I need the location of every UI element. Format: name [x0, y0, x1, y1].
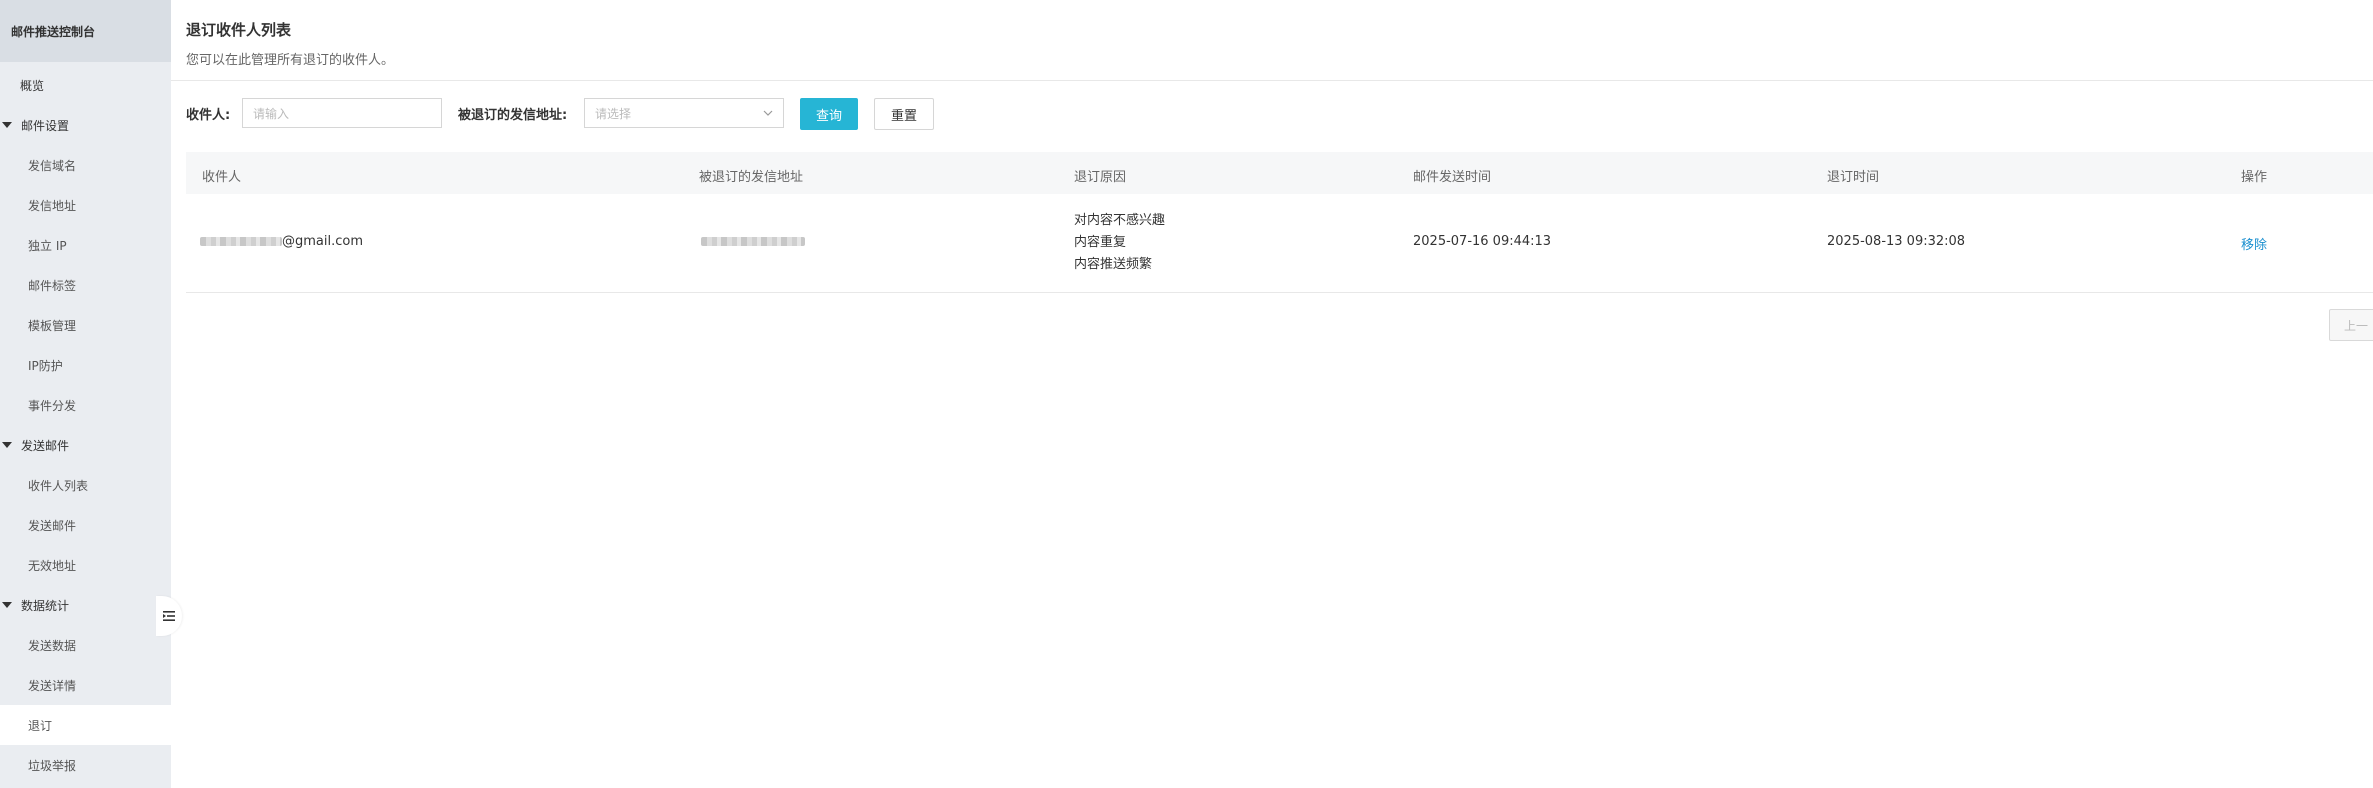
sidebar-group-send-mail[interactable]: 发送邮件 [0, 425, 171, 465]
column-header-unsubscribe-time: 退订时间 [1827, 170, 1880, 185]
sidebar-group-label: 数据统计 [21, 598, 70, 613]
sidebar-group-statistics[interactable]: 数据统计 [0, 585, 171, 625]
sidebar-item-overview[interactable]: 概览 [0, 65, 171, 105]
reason-cell: 对内容不感兴趣 内容重复 内容推送频繁 [1074, 210, 1165, 276]
reason-line: 内容推送频繁 [1074, 257, 1153, 272]
sidebar-group-mail-settings[interactable]: 邮件设置 [0, 105, 171, 145]
sidebar-item-mail-tags[interactable]: 邮件标签 [0, 265, 171, 305]
sidebar-item-spam-report[interactable]: 垃圾举报 [0, 745, 171, 785]
redacted-text [200, 237, 282, 246]
reason-line: 内容重复 [1074, 235, 1127, 250]
sidebar-item-dedicated-ip[interactable]: 独立 IP [0, 225, 171, 265]
table-row: @gmail.com 对内容不感兴趣 内容重复 内容推送频繁 2025-07-1… [186, 194, 2373, 293]
sidebar-item-sender-address[interactable]: 发信地址 [0, 185, 171, 225]
search-button[interactable]: 查询 [800, 98, 858, 130]
header-divider [171, 80, 2373, 81]
recipient-filter-label: 收件人: [186, 108, 231, 123]
sidebar-item-event-dispatch[interactable]: 事件分发 [0, 385, 171, 425]
page-description: 您可以在此管理所有退订的收件人。 [186, 53, 395, 68]
sidebar-group-label: 邮件设置 [21, 118, 70, 133]
page-title: 退订收件人列表 [186, 21, 292, 39]
column-header-recipient: 收件人 [202, 170, 242, 185]
chevron-down-icon [763, 110, 773, 116]
console-title: 邮件推送控制台 [0, 0, 171, 62]
sidebar-item-sender-domain[interactable]: 发信域名 [0, 145, 171, 185]
sidebar-item-send-data[interactable]: 发送数据 [0, 625, 171, 665]
column-header-actions: 操作 [2241, 170, 2268, 185]
sidebar-item-send-mail[interactable]: 发送邮件 [0, 505, 171, 545]
recipient-email-suffix: @gmail.com [282, 234, 364, 249]
sidebar-item-send-details[interactable]: 发送详情 [0, 665, 171, 705]
sent-time-cell: 2025-07-16 09:44:13 [1413, 234, 1552, 249]
table-header: 收件人 被退订的发信地址 退订原因 邮件发送时间 退订时间 操作 [186, 152, 2373, 194]
redacted-text [701, 237, 805, 246]
sidebar-group-label: 发送邮件 [21, 438, 70, 453]
sender-address-cell [701, 234, 805, 249]
recipient-input-placeholder: 请输入 [253, 106, 290, 121]
remove-link[interactable]: 移除 [2241, 234, 2267, 253]
recipient-cell: @gmail.com [200, 234, 363, 249]
recipient-input[interactable]: 请输入 [242, 98, 442, 128]
caret-down-icon [2, 602, 12, 608]
sender-select-placeholder: 请选择 [595, 106, 632, 121]
column-header-sender-address: 被退订的发信地址 [699, 170, 804, 185]
prev-page-button[interactable]: 上一 [2329, 309, 2373, 341]
sidebar-item-recipient-list[interactable]: 收件人列表 [0, 465, 171, 505]
sidebar-item-ip-protection[interactable]: IP防护 [0, 345, 171, 385]
column-header-reason: 退订原因 [1074, 170, 1127, 185]
sidebar-item-templates[interactable]: 模板管理 [0, 305, 171, 345]
unsubscribe-time-cell: 2025-08-13 09:32:08 [1827, 234, 1966, 249]
caret-down-icon [2, 442, 12, 448]
sidebar-item-invalid-address[interactable]: 无效地址 [0, 545, 171, 585]
caret-down-icon [2, 122, 12, 128]
main-content: 退订收件人列表 您可以在此管理所有退订的收件人。 收件人: 请输入 被退订的发信… [171, 0, 2373, 788]
reset-button[interactable]: 重置 [874, 98, 934, 130]
sender-filter-label: 被退订的发信地址: [458, 108, 568, 123]
sender-address-select[interactable]: 请选择 [584, 98, 784, 128]
reason-line: 对内容不感兴趣 [1074, 213, 1166, 228]
sidebar: 邮件推送控制台 概览 邮件设置 发信域名 发信地址 独立 IP 邮件标签 模板管… [0, 0, 171, 788]
column-header-sent-time: 邮件发送时间 [1413, 170, 1492, 185]
sidebar-item-unsubscribe[interactable]: 退订 [0, 705, 171, 745]
